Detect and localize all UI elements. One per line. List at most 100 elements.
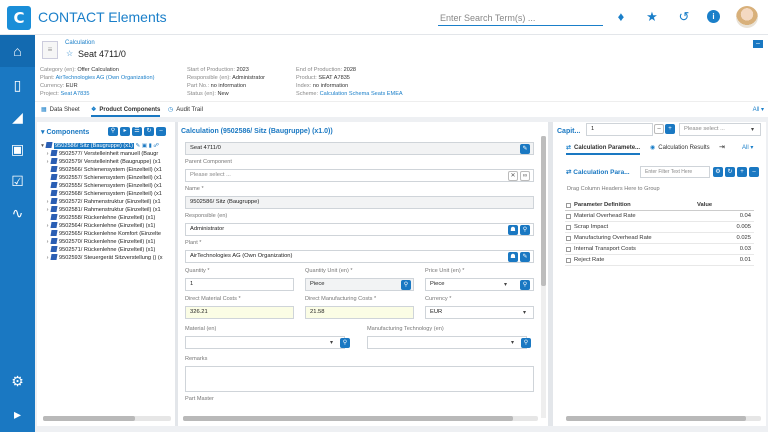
document-icon[interactable]: ▯ [0,69,35,101]
chevron-down-icon[interactable]: ▾ [523,309,526,316]
table-row[interactable]: Scrap Impact 0.005 [565,222,754,233]
direct-material-costs-input[interactable]: 326.21 [185,306,294,319]
tree-row[interactable]: › 9502577/ Verstelleinheit manuell (Baugr [39,150,172,158]
horizontal-scrollbar[interactable] [43,416,171,421]
info-icon[interactable]: i [707,10,720,23]
column-header-value[interactable]: Value [697,200,712,211]
chevron-down-icon[interactable]: ▾ [330,339,333,346]
star-icon[interactable]: ★ [644,9,660,25]
manufacturing-technology-select[interactable] [367,336,527,349]
right-tabs-filter[interactable]: All ▾ [742,143,753,155]
parent-component-input[interactable]: Please select ... [185,169,534,182]
row-checkbox[interactable] [566,258,571,263]
link-icon[interactable]: ∞ [520,171,530,181]
tab-data-sheet[interactable]: ▦ Data Sheet [41,105,80,117]
collapse-icon[interactable]: – [753,40,763,48]
row-checkbox[interactable] [566,236,571,241]
remarks-textarea[interactable] [185,366,534,392]
table-row[interactable]: Material Overhead Rate 0.04 [565,211,754,222]
tab-product-components[interactable]: ❖ Product Components [91,105,161,117]
tree-row[interactable]: › 9502579/ Verstelleinheit (Baugruppe) (x… [39,158,172,166]
app-logo[interactable]: C [7,6,31,30]
right-select[interactable]: Please select ... [679,123,761,136]
gear-icon[interactable]: ⚙ [713,167,723,177]
checklist-icon[interactable]: ☑ [0,165,35,197]
row-checkbox[interactable] [566,247,571,252]
favorite-star-icon[interactable]: ☆ [66,49,73,58]
tree-row-root[interactable]: ▾ 9502586/ Sitz (Baugruppe) (x1) ✎ ▣ ▮ ☍ [39,142,172,150]
tree-row[interactable]: 9502568/ Schienensystem (Einzelteil) (x1 [39,190,172,198]
tree-row[interactable]: 9502555/ Schienensystem (Einzelteil) (x1 [39,182,172,190]
org-icon[interactable]: ☗ [508,225,518,235]
price-unit-input[interactable]: Piece [425,278,534,291]
history-icon[interactable]: ↺ [676,9,692,25]
quantity-input[interactable]: 1 [185,278,294,291]
menu-icon[interactable]: ☰ [132,127,142,136]
collapse-icon[interactable]: – [749,167,759,177]
select-all-checkbox[interactable] [566,203,571,208]
table-row[interactable]: Internal Transport Costs 0.03 [565,244,754,255]
column-header-parameter[interactable]: Parameter Definition [574,200,631,211]
search-icon[interactable]: ⚲ [340,338,350,348]
bell-icon[interactable]: ♦ [613,9,629,25]
minus-icon[interactable]: – [654,124,664,134]
search-icon[interactable]: ⚲ [520,280,530,290]
tree-row[interactable]: 9502571/ Rückenlehne (Einzelteil) (x1) [39,246,172,254]
pulse-icon[interactable]: ∿ [0,197,35,229]
currency-select[interactable]: EUR [425,306,534,319]
tab-calculation-results[interactable]: ◉ Calculation Results [650,143,710,155]
monitor-icon[interactable]: ▣ [0,133,35,165]
vertical-scrollbar[interactable] [541,136,546,418]
horizontal-scrollbar[interactable] [566,416,761,421]
structure-icon[interactable]: ◢ [0,101,35,133]
breadcrumb[interactable]: Calculation [65,40,95,46]
row-checkbox[interactable] [566,225,571,230]
tree-row[interactable]: › 9502564/ Rückenlehne (Einzelteil) (x1) [39,222,172,230]
plant-link[interactable]: AirTechnologies AG (Own Organization) [56,75,155,81]
add-icon[interactable]: + [737,167,747,177]
quantity-unit-input[interactable]: Piece [305,278,414,291]
collapse-icon[interactable]: – [156,127,166,136]
tree-row[interactable]: 9502557/ Schienensystem (Einzelteil) (x1 [39,174,172,182]
more-tabs-icon[interactable]: ⇥ [719,143,725,155]
right-quantity-input[interactable]: 1 [586,123,653,136]
chevron-down-icon[interactable]: ▾ [511,339,514,346]
edit-icon[interactable]: ✎ [520,252,530,262]
edit-icon[interactable]: ✎ [520,144,530,154]
tree-row[interactable]: 9502558/ Rückenlehne (Einzelteil) (x1) [39,214,172,222]
refresh-icon[interactable]: ↻ [725,167,735,177]
org-icon[interactable]: ☗ [508,252,518,262]
chevron-down-icon[interactable]: ▾ [751,126,754,133]
home-icon[interactable]: ⌂ [0,35,35,67]
expand-icon[interactable]: ▸ [0,398,35,430]
tree-row[interactable]: › 9502572/ Rahmenstruktur (Einzelteil) (x… [39,198,172,206]
tree-row[interactable]: 9502566/ Schienensystem (Einzelteil) (x1 [39,166,172,174]
scheme-link[interactable]: Calculation Schema Seats EMEA [320,91,403,97]
plus-icon[interactable]: + [665,124,675,134]
chevron-down-icon[interactable]: ▾ [504,281,507,288]
search-icon[interactable]: ⚲ [520,225,530,235]
splitter-right[interactable] [548,122,553,426]
tabs-filter-select[interactable]: All ▾ [753,106,764,113]
search-input[interactable]: Enter Search Term(s) ... [438,10,603,26]
refresh-icon[interactable]: ↻ [144,127,154,136]
settings-icon[interactable]: ⚙ [0,365,35,397]
search-icon[interactable]: ⚲ [108,127,118,136]
calculation-name-field[interactable]: Seat 4711/0 [185,142,534,155]
tab-calculation-parameters[interactable]: ⇄ Calculation Paramete... [566,143,641,155]
material-select[interactable] [185,336,345,349]
filter-input[interactable]: Enter Filter Text Here [640,166,710,178]
plant-input[interactable]: AirTechnologies AG (Own Organization) [185,250,534,263]
horizontal-scrollbar[interactable] [183,416,538,421]
project-link[interactable]: Seat A7835 [61,91,90,97]
table-row[interactable]: Manufacturing Overhead Rate 0.025 [565,233,754,244]
direct-manufacturing-costs-input[interactable]: 21.58 [305,306,414,319]
search-icon[interactable]: ⚲ [521,338,531,348]
next-icon[interactable]: ▸ [120,127,130,136]
tab-audit-trail[interactable]: ◷ Audit Trail [168,105,203,117]
name-input[interactable]: 9502586/ Sitz (Baugruppe) [185,196,534,209]
tree-row[interactable]: › 9502581/ Rahmenstruktur (Einzelteil) (x… [39,206,172,214]
row-checkbox[interactable] [566,214,571,219]
user-avatar[interactable] [736,6,758,28]
splitter-left[interactable] [175,122,178,426]
